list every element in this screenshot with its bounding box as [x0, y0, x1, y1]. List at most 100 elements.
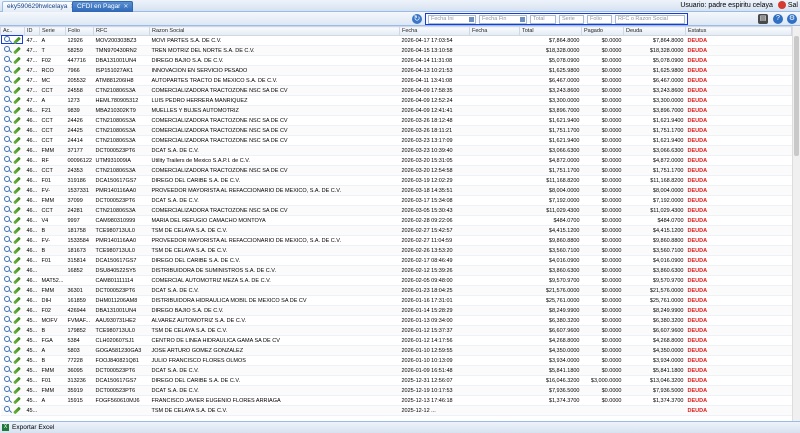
- table-row[interactable]: 47... F02 447716 DBA131001UN4 DIREGO BAJIO S…: [0, 55, 792, 66]
- edit-icon[interactable]: [13, 236, 21, 245]
- table-row[interactable]: 46... V4 9997 CAM980310999 MARIA DEL REFUGIO…: [0, 215, 792, 226]
- table-row[interactable]: 47... RCO 7966 ISP151027AK1 INNOVACION EN SE…: [0, 65, 792, 76]
- edit-icon[interactable]: [13, 76, 21, 85]
- table-row[interactable]: 46... CCT 24426 CTN210806S3A COMERCIALIZADOR…: [0, 115, 792, 126]
- edit-icon[interactable]: [13, 196, 21, 205]
- view-icon[interactable]: [4, 106, 10, 112]
- view-icon[interactable]: [4, 236, 10, 242]
- edit-icon[interactable]: [13, 206, 21, 215]
- view-icon[interactable]: [4, 146, 10, 152]
- serie-field[interactable]: Serie: [559, 15, 584, 24]
- view-icon[interactable]: [4, 406, 10, 412]
- view-icon[interactable]: [4, 126, 10, 132]
- column-header[interactable]: Total: [519, 26, 582, 36]
- view-icon[interactable]: [4, 206, 10, 212]
- edit-icon[interactable]: [13, 396, 21, 405]
- table-row[interactable]: 46... F02 426944 DBA131001UN4 DIREGO BAJIO S…: [0, 305, 792, 316]
- view-icon[interactable]: [4, 386, 10, 392]
- view-icon[interactable]: [4, 96, 10, 102]
- table-row[interactable]: 45... F01 313236 DCA150617GS7 DIREGO DEL CAR…: [0, 375, 792, 386]
- table-row[interactable]: 45... TSM DE CELAYA S.A. DE C.V. 2025-12-1…: [0, 405, 792, 416]
- column-header[interactable]: Fecha: [399, 26, 470, 36]
- column-header[interactable]: Serie: [39, 26, 66, 36]
- table-row[interactable]: 46... CCT 24353 CTN210806S3A COMERCIALIZADOR…: [0, 165, 792, 176]
- table-row[interactable]: 45... MOFV FVMAF... AAU930731HE2 ALVAREZ AUT…: [0, 315, 792, 326]
- table-row[interactable]: 46... FMM 37099 DCT000523PT6 DCAT S.A. DE C.…: [0, 195, 792, 206]
- edit-icon[interactable]: [13, 306, 21, 315]
- help-icon[interactable]: ?: [773, 14, 783, 24]
- calendar-icon[interactable]: [520, 17, 525, 22]
- view-icon[interactable]: [4, 296, 10, 302]
- vertical-scrollbar[interactable]: [792, 26, 800, 421]
- edit-icon[interactable]: [13, 156, 21, 165]
- edit-icon[interactable]: [13, 86, 21, 95]
- edit-icon[interactable]: [13, 106, 21, 115]
- column-header[interactable]: Deuda: [623, 26, 686, 36]
- export-excel-button[interactable]: X Exportar Excel: [2, 424, 54, 432]
- table-row[interactable]: 45... A 5803 GOGA581230GA3 JOSE ARTURO GOMEZ…: [0, 345, 792, 356]
- table-row[interactable]: 45... FMM 36095 DCT000523PT6 DCAT S.A. DE C.…: [0, 365, 792, 376]
- edit-icon[interactable]: [13, 166, 21, 175]
- fecha-fin-field[interactable]: Fecha Fin: [479, 15, 527, 24]
- fecha-ini-field[interactable]: Fecha Ini: [428, 15, 476, 24]
- settings-icon[interactable]: ⚙: [787, 14, 797, 24]
- view-icon[interactable]: [4, 226, 10, 232]
- edit-icon[interactable]: [13, 376, 21, 385]
- edit-icon[interactable]: [13, 266, 21, 275]
- folio-field[interactable]: Folio: [587, 15, 612, 24]
- column-header[interactable]: Fecha: [469, 26, 520, 36]
- table-row[interactable]: 45... FGA 5384 CLH020607SJ1 CENTRO DE LINEA …: [0, 335, 792, 346]
- view-icon[interactable]: [4, 356, 10, 362]
- table-row[interactable]: 46... FMM 37177 DCT000523PT6 DCAT S.A. DE C.…: [0, 145, 792, 156]
- view-icon[interactable]: [4, 286, 10, 292]
- edit-icon[interactable]: [13, 406, 21, 415]
- total-field[interactable]: Total: [530, 15, 556, 24]
- edit-icon[interactable]: [13, 366, 21, 375]
- scroll-thumb[interactable]: [794, 36, 799, 156]
- view-icon[interactable]: [4, 166, 10, 172]
- edit-icon[interactable]: [13, 286, 21, 295]
- print-icon[interactable]: ▤: [758, 14, 768, 24]
- table-row[interactable]: 46... RF 00096122 UTM931009IA Utility Traile…: [0, 155, 792, 166]
- column-header[interactable]: Razon Social: [149, 26, 400, 36]
- edit-icon[interactable]: [13, 186, 21, 195]
- edit-icon[interactable]: [13, 326, 21, 335]
- view-icon[interactable]: [4, 76, 10, 82]
- view-icon[interactable]: [4, 276, 10, 282]
- edit-icon[interactable]: [13, 246, 21, 255]
- view-icon[interactable]: [4, 46, 10, 52]
- edit-icon[interactable]: [13, 296, 21, 305]
- table-row[interactable]: 46... FV- 1537331 PMR140116AA0 PROVEEDOR MAY…: [0, 185, 792, 196]
- edit-icon[interactable]: [13, 96, 21, 105]
- view-icon[interactable]: [4, 366, 10, 372]
- tab-cfdi-en-pagar[interactable]: CFDI en Pagar ✕: [72, 1, 134, 12]
- rfc-razon-field[interactable]: RFC o Razon Social: [615, 15, 685, 24]
- edit-icon[interactable]: [13, 66, 21, 75]
- edit-icon[interactable]: [13, 146, 21, 155]
- view-icon[interactable]: [4, 36, 10, 42]
- tab-user[interactable]: eky590629hwlcelaya✕: [2, 1, 81, 12]
- view-icon[interactable]: [4, 56, 10, 62]
- edit-icon[interactable]: [13, 346, 21, 355]
- table-row[interactable]: 47... MC 205532 ATM881206IH8 AUTOPARTES TRAC…: [0, 75, 792, 86]
- view-icon[interactable]: [4, 266, 10, 272]
- edit-icon[interactable]: [13, 126, 21, 135]
- edit-icon[interactable]: [13, 46, 21, 55]
- view-icon[interactable]: [4, 316, 10, 322]
- view-icon[interactable]: [4, 306, 10, 312]
- view-icon[interactable]: [4, 186, 10, 192]
- table-row[interactable]: 45... A 15915 FOGF560610MJ6 FRANCISCO JAVIER…: [0, 395, 792, 406]
- view-icon[interactable]: [4, 66, 10, 72]
- edit-icon[interactable]: [13, 386, 21, 395]
- logout-icon[interactable]: [777, 1, 786, 10]
- column-header[interactable]: RFC: [93, 26, 150, 36]
- table-row[interactable]: 45... B 179852 TCE980713UL0 TSM DE CELAYA S.…: [0, 325, 792, 336]
- table-row[interactable]: 46... F21 9839 MBA210302KT9 MUELLES Y BUJES …: [0, 105, 792, 116]
- edit-icon[interactable]: [13, 176, 21, 185]
- table-row[interactable]: 46... B 181758 TCE980713UL0 TSM DE CELAYA S.…: [0, 225, 792, 236]
- table-row[interactable]: 46... MAT52... CAM801111114 COMERCIAL AUTOM…: [0, 275, 792, 286]
- table-row[interactable]: 45... FMM 35919 DCT000523PT6 DCAT S.A. DE C.…: [0, 385, 792, 396]
- table-row[interactable]: 46... CCT 24414 CTN210806S3A COMERCIALIZADOR…: [0, 135, 792, 146]
- edit-icon[interactable]: [13, 356, 21, 365]
- table-row[interactable]: 46... CCT 24425 CTN210806S3A COMERCIALIZADOR…: [0, 125, 792, 136]
